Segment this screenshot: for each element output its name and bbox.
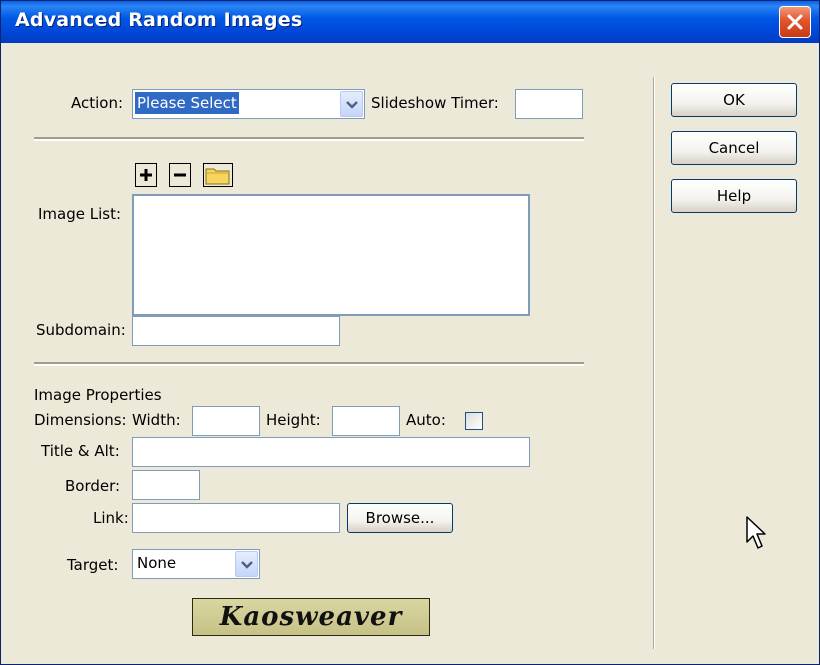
image-list-box[interactable] [132, 194, 530, 316]
separator [34, 362, 584, 366]
image-properties-heading: Image Properties [34, 386, 162, 404]
folder-icon [205, 168, 230, 185]
browse-folder-button[interactable] [203, 163, 233, 187]
plus-icon [140, 169, 152, 181]
link-field[interactable] [133, 504, 339, 532]
remove-image-button[interactable] [169, 163, 191, 187]
window-title: Advanced Random Images [15, 9, 303, 31]
browse-button[interactable]: Browse... [347, 503, 453, 533]
target-selected-value: None [137, 554, 177, 572]
target-label: Target: [67, 556, 119, 574]
slideshow-timer-input[interactable] [515, 89, 583, 119]
close-icon [787, 14, 803, 30]
separator [34, 137, 584, 141]
image-list-label: Image List: [38, 205, 122, 223]
add-image-button[interactable] [135, 163, 157, 187]
width-label: Width: [132, 411, 181, 429]
border-label: Border: [65, 477, 121, 495]
target-select[interactable]: None [132, 549, 260, 579]
height-label: Height: [266, 411, 321, 429]
auto-checkbox[interactable] [465, 412, 483, 430]
kaosweaver-logo: Kaosweaver [192, 598, 430, 636]
close-button[interactable] [779, 6, 811, 38]
link-label: Link: [93, 509, 129, 527]
chevron-down-icon [346, 101, 358, 109]
slideshow-timer-label: Slideshow Timer: [371, 94, 499, 112]
logo-text: Kaosweaver [219, 602, 403, 632]
action-select[interactable]: Please Select [132, 89, 365, 119]
ok-button[interactable]: OK [671, 83, 797, 117]
title-bar[interactable]: Advanced Random Images [1, 1, 819, 43]
slideshow-timer-field[interactable] [516, 90, 582, 118]
dialog-window: Advanced Random Images Action: Please Se… [0, 0, 820, 665]
title-alt-field[interactable] [133, 438, 529, 466]
minus-icon [174, 173, 186, 177]
title-alt-label: Title & Alt: [41, 442, 120, 460]
auto-label: Auto: [406, 411, 446, 429]
width-field[interactable] [193, 407, 259, 435]
height-field[interactable] [333, 407, 399, 435]
width-input[interactable] [192, 406, 260, 436]
border-input[interactable] [132, 470, 200, 500]
height-input[interactable] [332, 406, 400, 436]
target-dropdown-button[interactable] [235, 551, 258, 577]
action-dropdown-button[interactable] [340, 91, 363, 117]
link-input[interactable] [132, 503, 340, 533]
border-field[interactable] [133, 471, 199, 499]
mouse-cursor-icon [746, 516, 766, 549]
action-selected-value: Please Select [135, 92, 239, 114]
vertical-divider [653, 77, 655, 649]
action-label: Action: [71, 94, 124, 112]
subdomain-input[interactable] [132, 316, 340, 346]
cancel-button[interactable]: Cancel [671, 131, 797, 165]
help-button[interactable]: Help [671, 179, 797, 213]
subdomain-field[interactable] [133, 317, 339, 345]
dimensions-label: Dimensions: [34, 411, 127, 429]
chevron-down-icon [241, 561, 253, 569]
subdomain-label: Subdomain: [36, 321, 126, 339]
title-alt-input[interactable] [132, 437, 530, 467]
